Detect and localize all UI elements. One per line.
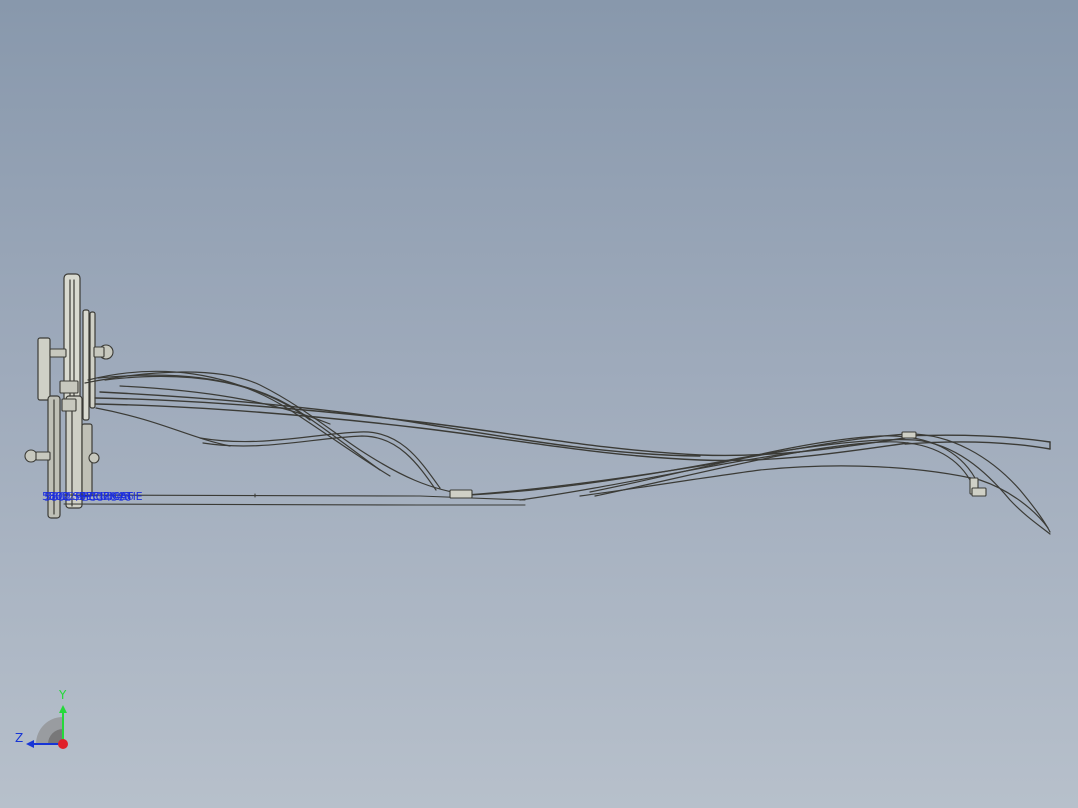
- annotation-label: 5802-PECO4586: [44, 491, 132, 504]
- triad-z-label: Z: [15, 731, 24, 745]
- graphics-viewport[interactable]: 5802 SPECIFICATIE 5801 SPEC2045 5802-SPE…: [0, 0, 1078, 808]
- right-wires: [449, 433, 1051, 535]
- upper-wires: [84, 370, 471, 496]
- cad-model-wire-assembly[interactable]: [0, 0, 1078, 808]
- triad-y-label: Y: [59, 688, 67, 702]
- connector-housing: [37, 273, 96, 519]
- wire-bundle: [94, 391, 1051, 462]
- view-orientation-triad: Y Z: [10, 685, 90, 755]
